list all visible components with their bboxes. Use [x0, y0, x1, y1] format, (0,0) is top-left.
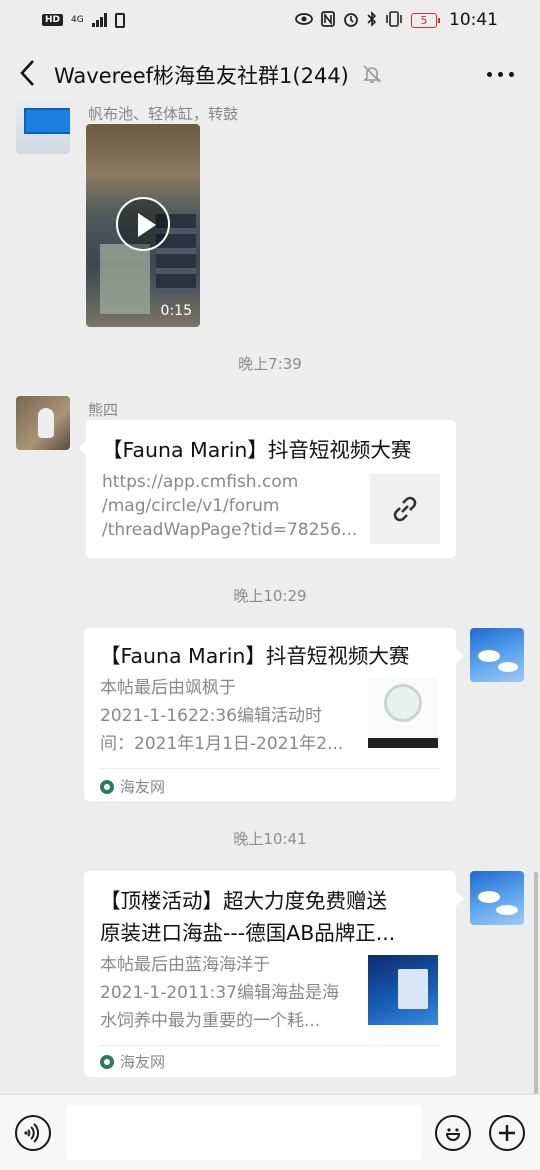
link-card[interactable]: 【Fauna Marin】抖音短视频大赛 本帖最后由飒枫于 2021-1-162… [84, 628, 464, 801]
source-logo-icon [100, 1054, 114, 1069]
thumbnail-image [398, 969, 428, 1009]
card-source: 海友网 [100, 776, 165, 797]
card-desc-line: /mag/circle/v1/forum [102, 496, 280, 516]
bluetooth-icon [367, 10, 377, 30]
bell-off-icon [363, 65, 381, 83]
chevron-left-icon [20, 60, 34, 86]
thumbnail-bar [368, 738, 438, 748]
nfc-icon [321, 10, 335, 30]
voice-button[interactable] [15, 1115, 51, 1151]
card-thumbnail [368, 678, 438, 748]
card-desc-line: 本帖最后由蓝海海洋于 [100, 955, 270, 975]
more-dot [487, 72, 492, 77]
message-timestamp: 晚上10:29 [233, 587, 307, 605]
card-desc-line: 2021-1-2011:37编辑海盐是海 [100, 983, 339, 1003]
card-desc-line: 间：2021年1月1日-2021年2... [100, 734, 344, 754]
avatar-self[interactable] [470, 628, 524, 682]
add-button[interactable] [489, 1115, 525, 1151]
hd-badge: HD [42, 14, 64, 26]
chat-header: Wavereef彬海鱼友社群1(244) [0, 44, 540, 104]
alarm-icon [343, 11, 359, 30]
plus-icon [499, 1125, 515, 1141]
avatar-self[interactable] [470, 871, 524, 925]
avatar-image [478, 650, 500, 662]
source-name: 海友网 [120, 778, 166, 796]
card-title: 【Fauna Marin】抖音短视频大赛 [102, 438, 412, 462]
message-timestamp: 晚上7:39 [238, 355, 302, 373]
vibrate-icon [385, 10, 403, 30]
thumbnail-logo [384, 684, 422, 722]
card-desc-line: 本帖最后由飒枫于 [100, 678, 236, 698]
battery-icon: 5 [411, 12, 440, 28]
source-logo-icon [100, 779, 114, 794]
avatar-image [496, 905, 518, 915]
avatar-image [498, 662, 518, 672]
status-time: 10:41 [449, 10, 498, 30]
status-left: HD 4G [42, 12, 125, 28]
avatar-image [478, 891, 500, 903]
message-timestamp: 晚上10:41 [233, 830, 307, 848]
avatar-image [38, 408, 54, 438]
network-type: 4G [71, 14, 84, 25]
video-thumbnail-part [100, 244, 150, 314]
input-bar [0, 1094, 540, 1170]
card-title: 原装进口海盐---德国AB品牌正... [100, 921, 396, 945]
card-thumbnail [368, 955, 438, 1025]
link-icon [393, 496, 417, 522]
card-desc-line: https://app.cmfish.com [102, 472, 299, 492]
voice-icon [24, 1123, 40, 1143]
card-desc-line: /threadWapPage?tid=78256... [102, 520, 358, 540]
card-source: 海友网 [100, 1051, 165, 1072]
status-right: 5 10:41 [295, 10, 498, 30]
emoji-icon [445, 1128, 461, 1141]
source-name: 海友网 [120, 1053, 166, 1071]
card-divider [100, 1045, 440, 1046]
signal-icon [91, 13, 107, 27]
chat-title: Wavereef彬海鱼友社群1(244) [54, 64, 349, 88]
status-bar: HD 4G 5 10:41 [0, 0, 540, 40]
message-input[interactable] [66, 1106, 422, 1160]
card-desc-line: 2021-1-1622:36编辑活动时 [100, 706, 322, 726]
card-thumbnail [370, 474, 440, 544]
card-desc-line: 水饲养中最为重要的一个耗... [100, 1011, 321, 1031]
back-button[interactable] [16, 58, 40, 88]
sim-icon [114, 12, 125, 28]
avatar-image [24, 108, 70, 134]
avatar[interactable] [16, 100, 70, 154]
eye-icon [295, 12, 313, 29]
video-duration: 0:15 [160, 303, 192, 319]
card-title: 【顶楼活动】超大力度免费赠送 [100, 889, 387, 913]
more-button[interactable] [487, 72, 514, 77]
card-divider [100, 768, 440, 769]
avatar[interactable] [16, 396, 70, 450]
message-caption: 帆布池、轻体缸，转鼓 [88, 105, 239, 123]
more-dot [498, 72, 503, 77]
scrollbar[interactable] [534, 872, 538, 1094]
play-icon[interactable] [116, 197, 170, 251]
more-dot [509, 72, 514, 77]
video-message[interactable]: 0:15 [86, 124, 200, 327]
link-card[interactable]: 【Fauna Marin】抖音短视频大赛 https://app.cmfish.… [78, 420, 456, 558]
card-title: 【Fauna Marin】抖音短视频大赛 [100, 644, 410, 668]
link-card[interactable]: 【顶楼活动】超大力度免费赠送 原装进口海盐---德国AB品牌正... 本帖最后由… [84, 871, 464, 1077]
sender-name: 熊四 [88, 401, 119, 419]
emoji-button[interactable] [435, 1115, 471, 1151]
